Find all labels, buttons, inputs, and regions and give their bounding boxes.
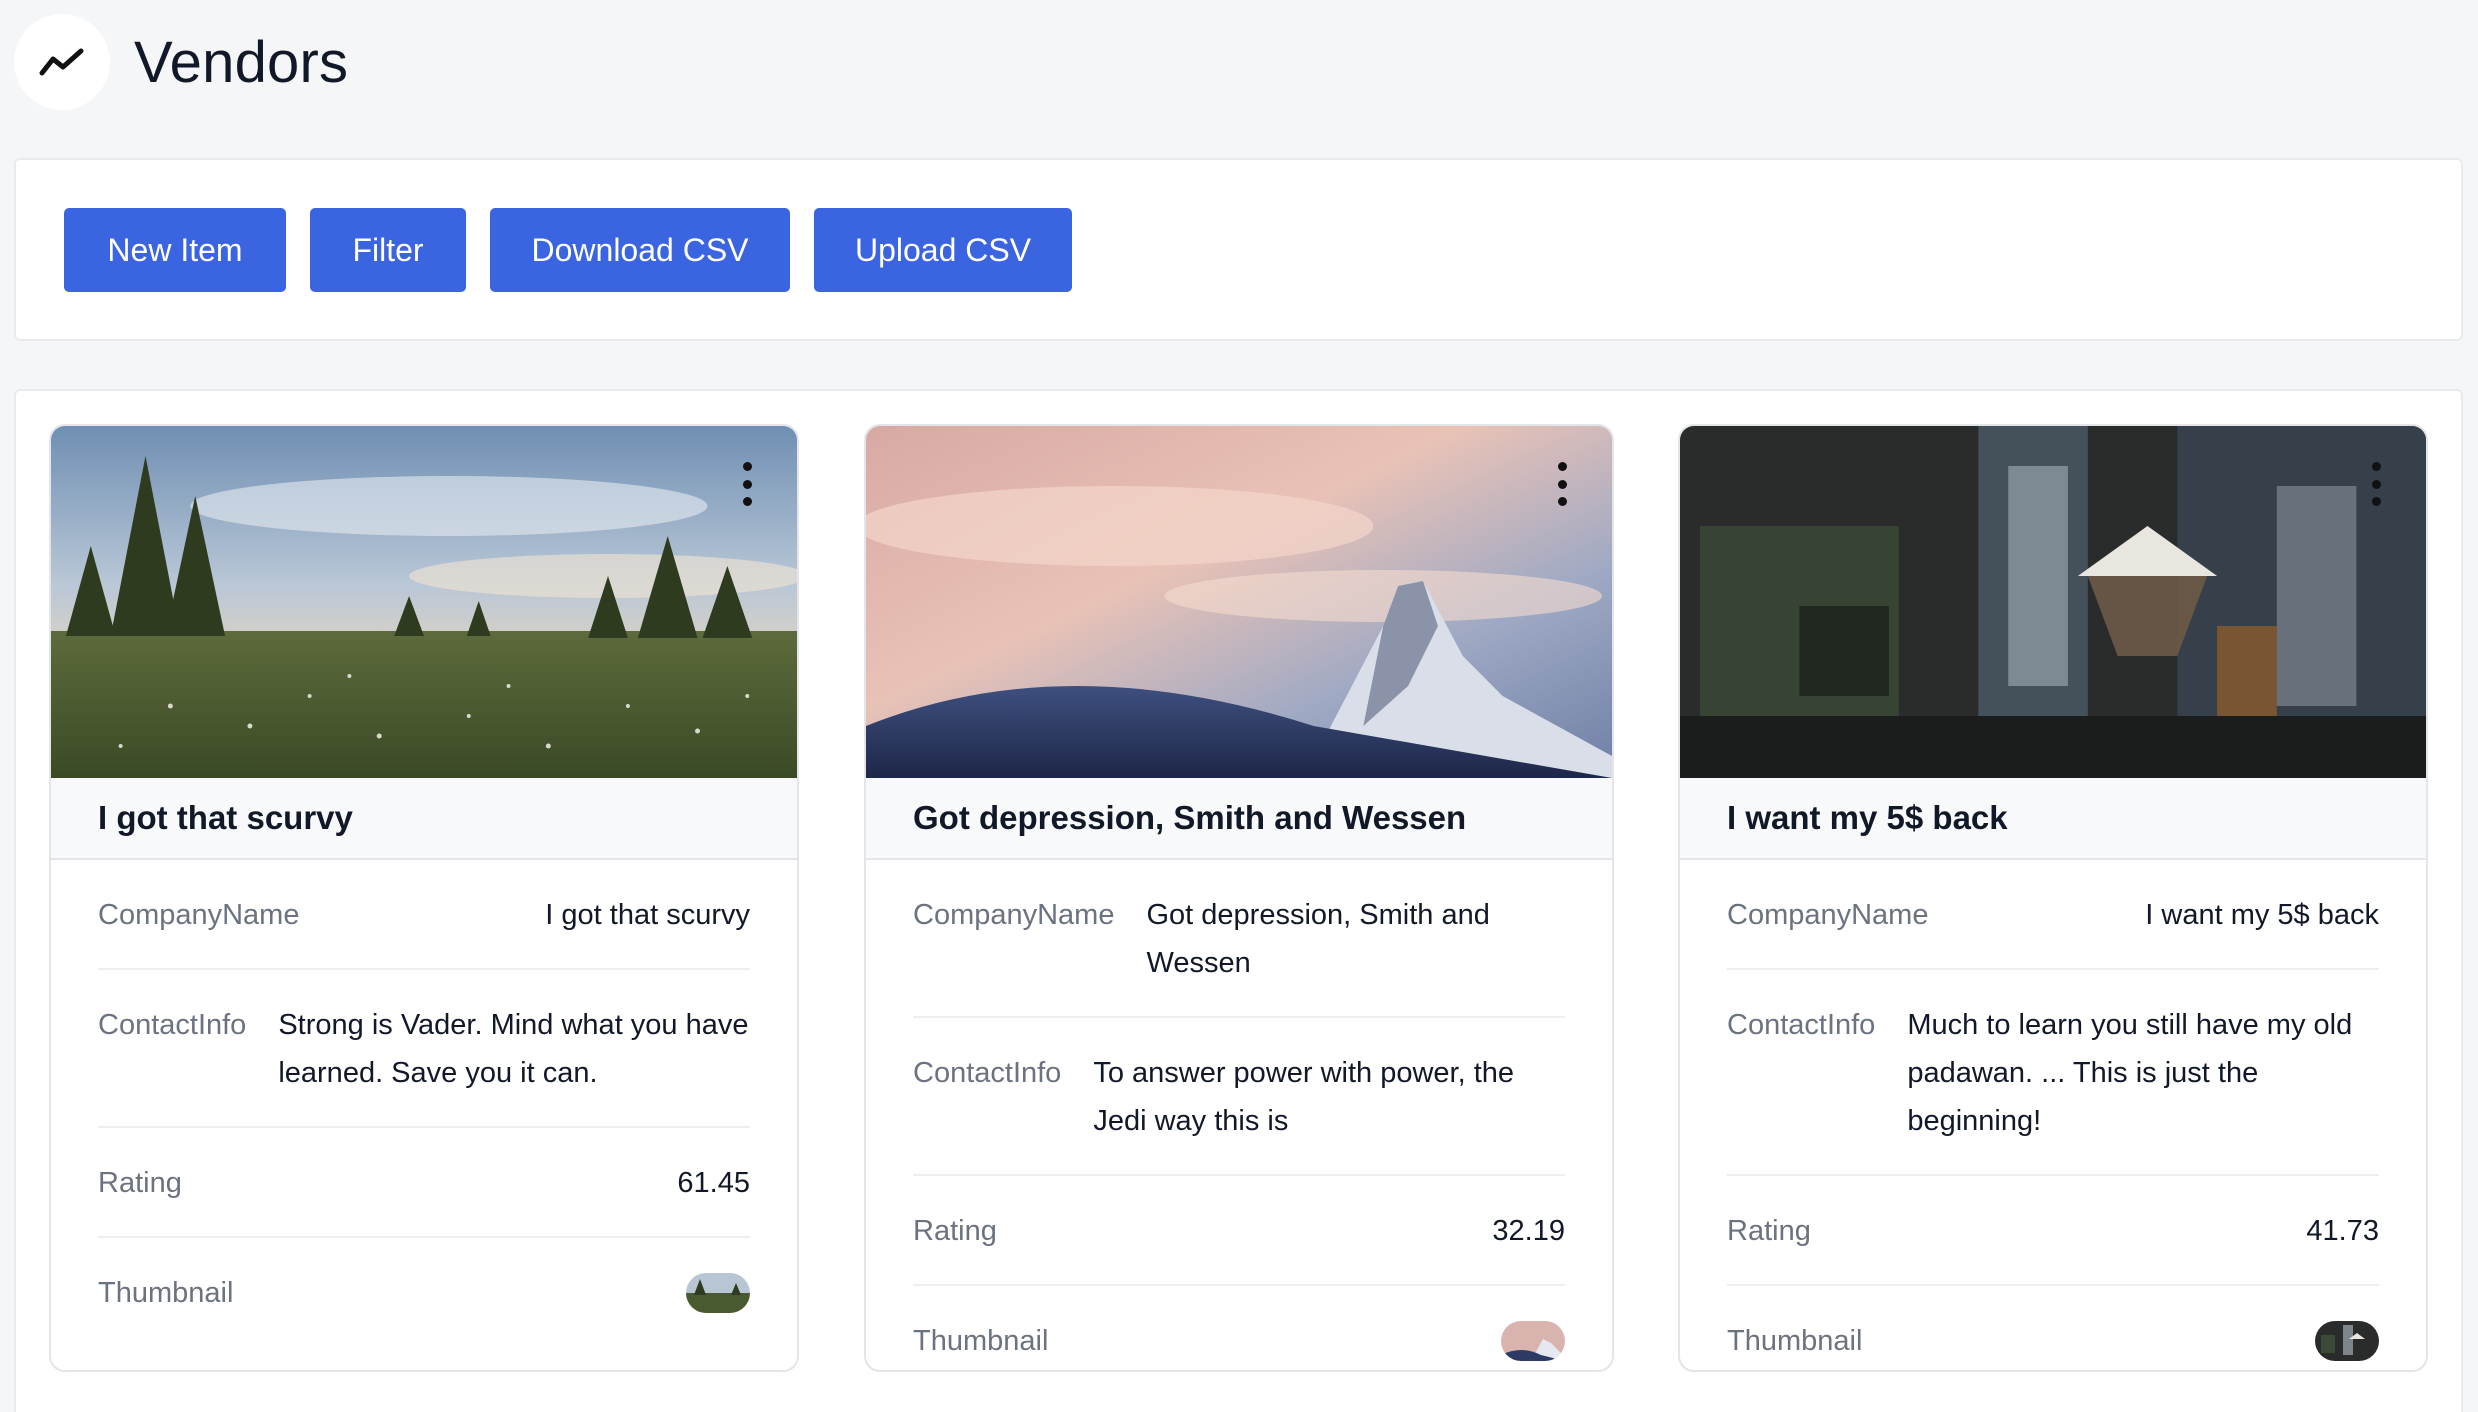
thumbnail-image[interactable] (686, 1273, 750, 1313)
page-title: Vendors (134, 29, 349, 95)
rating-value: 41.73 (2306, 1215, 2379, 1247)
field-label: ContactInfo (1727, 1009, 1876, 1041)
field-label: Rating (1727, 1215, 1811, 1247)
card-image-mountain (866, 426, 1612, 778)
contact-info-row: ContactInfo Strong is Vader. Mind what y… (98, 970, 750, 1128)
field-label: ContactInfo (913, 1057, 1062, 1089)
card-title: I want my 5$ back (1680, 778, 2426, 860)
company-name-value: I want my 5$ back (2145, 899, 2379, 931)
contact-info-value: Strong is Vader. Mind what you have lear… (278, 1009, 749, 1089)
rating-value: 32.19 (1492, 1215, 1565, 1247)
rating-row: Rating 41.73 (1727, 1176, 2379, 1286)
filter-button[interactable]: Filter (310, 208, 466, 292)
company-name-value: I got that scurvy (545, 899, 750, 931)
card-title: Got depression, Smith and Wessen (866, 778, 1612, 860)
field-label: Thumbnail (913, 1325, 1049, 1357)
thumbnail-image[interactable] (2315, 1321, 2379, 1361)
thumbnail-row: Thumbnail (913, 1286, 1565, 1370)
company-name-row: CompanyName I got that scurvy (98, 860, 750, 970)
contact-info-row: ContactInfo To answer power with power, … (913, 1018, 1565, 1176)
field-label: Thumbnail (1727, 1325, 1863, 1357)
field-label: CompanyName (98, 899, 300, 931)
card-title: I got that scurvy (51, 778, 797, 860)
upload-csv-button[interactable]: Upload CSV (814, 208, 1072, 292)
page-header: Vendors (14, 14, 348, 110)
rating-row: Rating 61.45 (98, 1128, 750, 1238)
trend-line-icon (39, 48, 84, 76)
toolbar: New Item Filter Download CSV Upload CSV (14, 158, 2463, 341)
vendor-card[interactable]: I want my 5$ back CompanyName I want my … (1678, 424, 2428, 1372)
field-label: ContactInfo (98, 1009, 247, 1041)
contact-info-row: ContactInfo Much to learn you still have… (1727, 970, 2379, 1176)
contact-info-value: Much to learn you still have my old pada… (1907, 1009, 2353, 1137)
field-label: Thumbnail (98, 1277, 234, 1309)
rating-row: Rating 32.19 (913, 1176, 1565, 1286)
more-options-icon[interactable] (737, 462, 757, 506)
thumbnail-image[interactable] (1501, 1321, 1565, 1361)
card-image-meadow (51, 426, 797, 778)
field-label: Rating (98, 1167, 182, 1199)
vendor-card[interactable]: Got depression, Smith and Wessen Company… (864, 424, 1614, 1372)
download-csv-button[interactable]: Download CSV (490, 208, 790, 292)
company-name-value: Got depression, Smith and Wessen (1146, 899, 1490, 979)
company-name-row: CompanyName I want my 5$ back (1727, 860, 2379, 970)
field-label: CompanyName (1727, 899, 1929, 931)
new-item-button[interactable]: New Item (64, 208, 286, 292)
logo[interactable] (14, 14, 110, 110)
contact-info-value: To answer power with power, the Jedi way… (1093, 1057, 1515, 1137)
more-options-icon[interactable] (2366, 462, 2386, 506)
thumbnail-row: Thumbnail (98, 1238, 750, 1346)
field-label: Rating (913, 1215, 997, 1247)
thumbnail-row: Thumbnail (1727, 1286, 2379, 1370)
vendor-card[interactable]: I got that scurvy CompanyName I got that… (49, 424, 799, 1372)
more-options-icon[interactable] (1552, 462, 1572, 506)
card-image-coffee (1680, 426, 2426, 778)
company-name-row: CompanyName Got depression, Smith and We… (913, 860, 1565, 1018)
field-label: CompanyName (913, 899, 1115, 931)
rating-value: 61.45 (677, 1167, 750, 1199)
